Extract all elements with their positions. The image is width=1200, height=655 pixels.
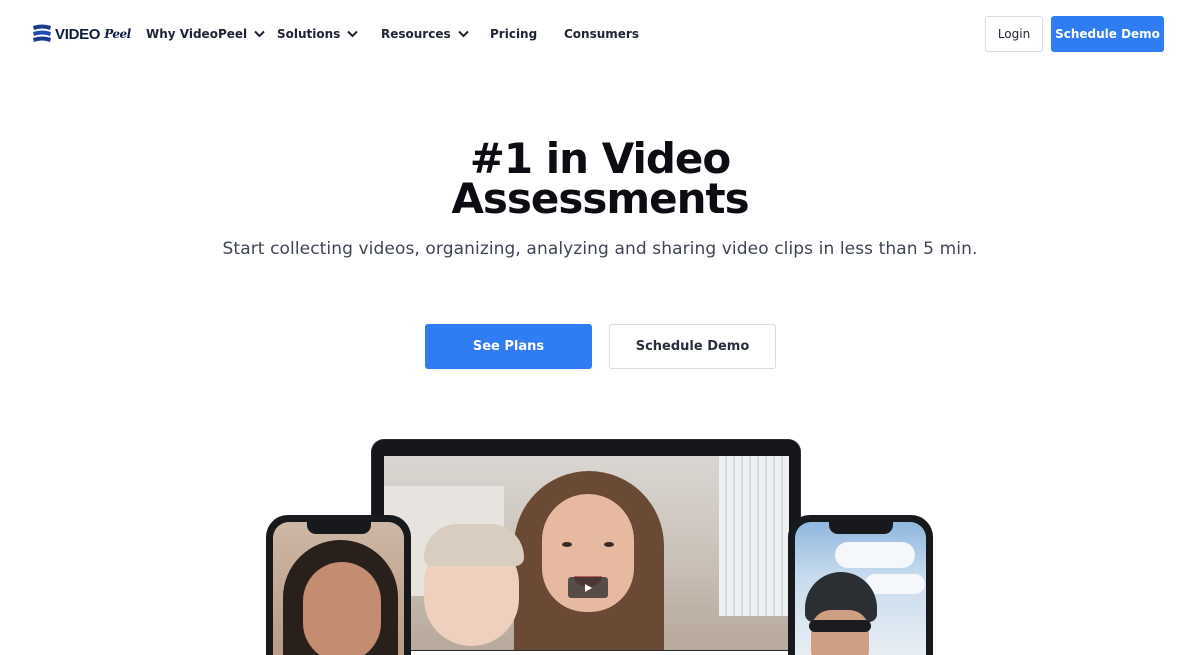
nav-item-label: Consumers	[564, 27, 639, 41]
login-button[interactable]: Login	[985, 16, 1043, 52]
cyclist-sunglasses	[809, 620, 871, 632]
nav-item-solutions[interactable]: Solutions	[277, 26, 359, 42]
phone-notch	[828, 522, 893, 534]
sky-cloud	[865, 574, 925, 594]
see-plans-button[interactable]: See Plans	[425, 324, 592, 369]
nav-item-label: Solutions	[277, 27, 341, 41]
top-navbar: VIDEO Peel Why VideoPeel Solutions Resou…	[0, 0, 1200, 68]
woman-left-eye	[562, 542, 572, 547]
phone-notch	[306, 522, 371, 534]
schedule-demo-hero-button[interactable]: Schedule Demo	[609, 324, 776, 369]
nav-item-label: Pricing	[490, 27, 538, 41]
chevron-down-icon	[254, 30, 265, 38]
baby-headband	[424, 524, 524, 566]
logo-wordmark: VIDEO	[55, 25, 101, 43]
nav-item-consumers[interactable]: Consumers	[564, 26, 639, 42]
hero-title-line-2: Assessments	[451, 174, 749, 223]
sky-cloud	[835, 542, 915, 568]
woman-right-eye	[604, 542, 614, 547]
laptop-video-screen[interactable]	[384, 456, 789, 650]
cyclist-face	[811, 610, 869, 655]
schedule-demo-nav-button[interactable]: Schedule Demo	[1051, 16, 1164, 52]
left-person-face	[303, 562, 381, 655]
nav-item-why-videopeel[interactable]: Why VideoPeel	[146, 26, 265, 42]
nav-item-pricing[interactable]: Pricing	[490, 26, 537, 42]
left-phone-mockup	[266, 515, 411, 655]
nav-item-resources[interactable]: Resources	[381, 26, 469, 42]
play-button[interactable]	[568, 577, 608, 598]
nav-item-label: Why VideoPeel	[146, 27, 248, 41]
chevron-down-icon	[347, 30, 359, 38]
hero-title-line-1: #1 in Video	[469, 134, 732, 183]
hero-subtitle: Start collecting videos, organizing, ana…	[222, 239, 978, 259]
hero-title: #1 in Video Assessments	[0, 134, 1200, 223]
nav-item-label: Resources	[381, 27, 451, 41]
left-phone-video[interactable]	[273, 522, 404, 655]
right-phone-video[interactable]	[795, 522, 926, 655]
laptop-mockup	[372, 440, 800, 650]
videopeel-logo[interactable]: VIDEO Peel	[32, 23, 131, 45]
logo-mark-icon	[33, 24, 51, 42]
background-window	[719, 456, 789, 616]
chevron-down-icon	[457, 30, 469, 38]
logo-script: Peel	[104, 27, 131, 41]
play-icon	[585, 583, 592, 592]
right-phone-mockup	[788, 515, 933, 655]
